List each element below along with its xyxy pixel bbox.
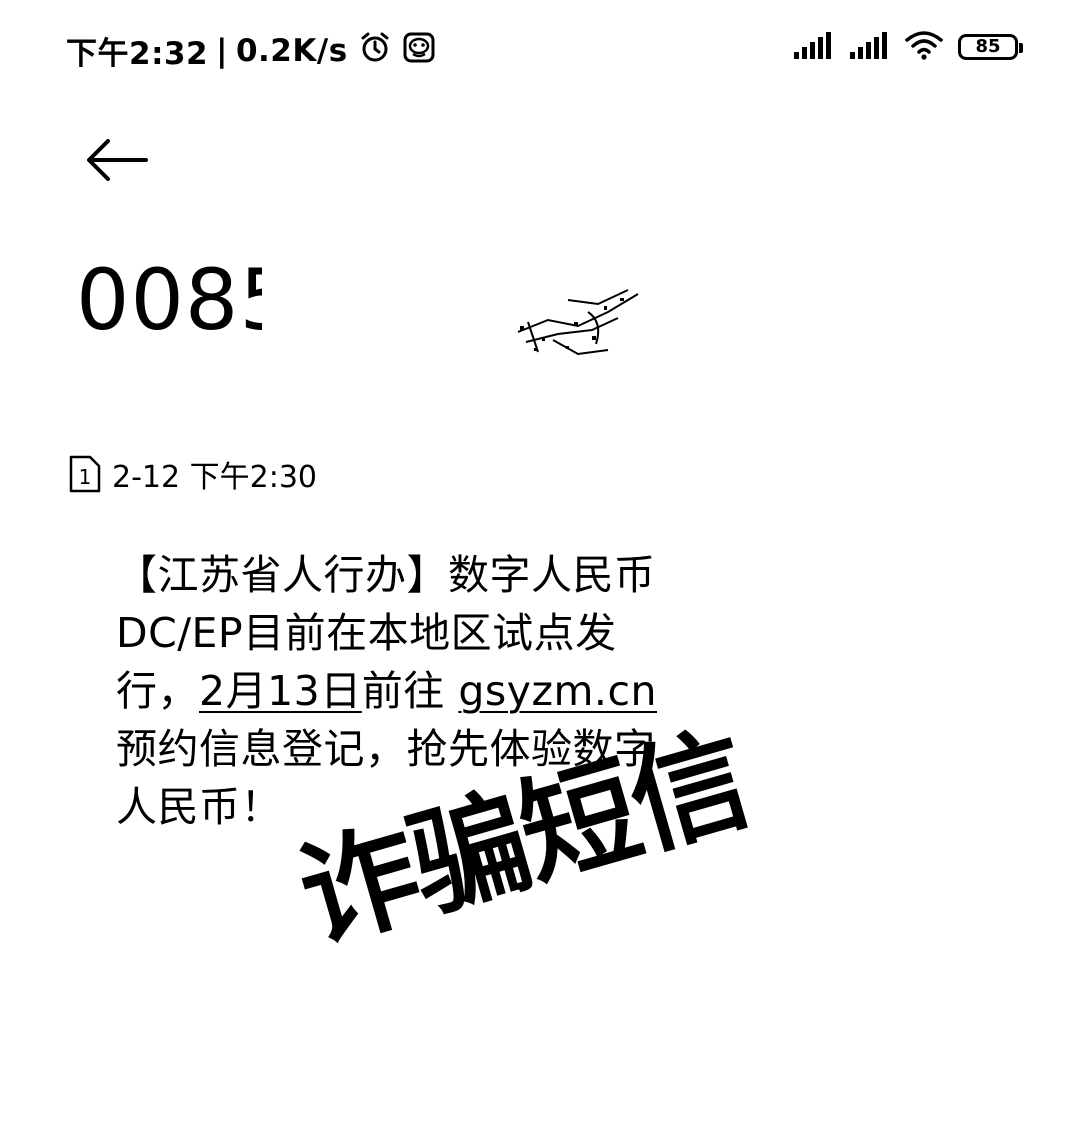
signal-2-icon <box>848 30 890 64</box>
back-arrow-icon <box>87 139 148 181</box>
redaction-mask <box>262 255 302 355</box>
app-notification-icon <box>402 30 436 72</box>
battery-level: 85 <box>975 36 1001 57</box>
message-meta: 1 2-12 下午2:30 <box>68 452 317 496</box>
back-button[interactable] <box>84 136 150 184</box>
alarm-icon <box>358 30 392 72</box>
sim-label: 1 <box>79 465 92 489</box>
url-link[interactable]: gsyzm.cn <box>458 667 657 715</box>
battery-indicator: 85 <box>958 34 1023 60</box>
signal-1-icon <box>792 30 834 64</box>
date-link[interactable]: 2月13日 <box>199 667 362 715</box>
message-timestamp: 2-12 下午2:30 <box>112 460 317 495</box>
network-speed: 0.2K/s <box>235 32 348 69</box>
status-left: 下午2:32 | 0.2K/s <box>66 28 436 73</box>
status-separator: | <box>216 32 228 69</box>
status-time: 下午2:32 <box>66 36 209 72</box>
wifi-icon <box>904 30 944 64</box>
message-line: DC/EP目前在本地区试点发 <box>116 609 617 657</box>
message-line: 行，2月13日前往 gsyzm.cn <box>116 662 756 720</box>
message-text: 前往 <box>361 667 459 715</box>
status-bar: 下午2:32 | 0.2K/s 85 <box>0 0 1080 100</box>
status-right: 85 <box>792 30 1023 64</box>
message-line: 【江苏省人行办】数字人民币 <box>116 551 656 599</box>
message-text: 行， <box>116 667 199 715</box>
sim-1-icon: 1 <box>69 455 101 493</box>
redaction-smudge <box>517 289 639 356</box>
